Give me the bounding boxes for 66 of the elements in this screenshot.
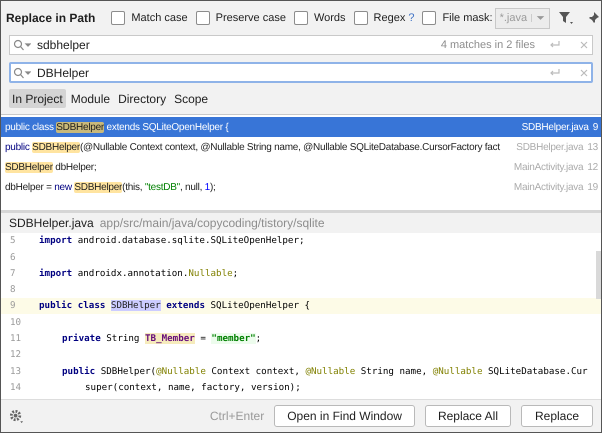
replace-field[interactable]: DBHelper: [9, 62, 593, 83]
result-text: public SDBHelper(@Nullable Context context, @Nullable String name, @Nullable SQLiteDatabase.CursorFactory fact: [5, 140, 502, 154]
result-file: SDBHelper.java: [520, 120, 589, 134]
result-line: 13: [587, 140, 598, 154]
scope-tab[interactable]: Module: [68, 89, 114, 108]
line-number: 6: [9, 250, 17, 264]
result-line: 9: [592, 120, 598, 134]
option-label[interactable]: Regex: [374, 10, 406, 26]
scope-tab[interactable]: In Project: [9, 89, 66, 108]
preview-file-name: SDBHelper.java: [9, 215, 94, 232]
shortcut-hint: Ctrl+Enter: [210, 408, 264, 425]
line-number: 14: [9, 380, 22, 395]
checkbox[interactable]: [196, 11, 210, 25]
checkbox[interactable]: [422, 11, 436, 25]
dialog-title: Replace in Path: [6, 10, 96, 27]
line-number: 7: [9, 266, 17, 281]
option-label[interactable]: Preserve case: [216, 10, 286, 26]
line-number: 9: [9, 299, 17, 314]
newline-icon[interactable]: [549, 68, 561, 78]
dialog-button[interactable]: Replace All: [424, 405, 511, 427]
result-line: 19: [587, 180, 598, 194]
checkbox[interactable]: [111, 11, 126, 25]
result-row[interactable]: dbHelper = new SDBHelper(this, "testDB", null, 1); MainActivity.java 19: [1, 177, 601, 197]
match-count: 4 matches in 2 files: [440, 38, 535, 53]
search-icon[interactable]: [13, 66, 31, 78]
result-text: SDBHelper dbHelper;: [5, 160, 98, 174]
dialog-button[interactable]: Open in Find Window: [274, 405, 415, 427]
scope-tab[interactable]: Scope: [171, 89, 212, 108]
filter-icon[interactable]: [558, 11, 574, 25]
dialog-button[interactable]: Replace: [521, 405, 593, 427]
newline-icon[interactable]: [549, 40, 561, 50]
code-line: super(context, name, factory, version);: [84, 380, 301, 395]
help-link[interactable]: ?: [408, 10, 414, 26]
result-row[interactable]: public class SDBHelper extends SQLiteOpenHelper { SDBHelper.java 9: [1, 117, 601, 137]
line-number: 8: [9, 283, 17, 297]
option-label[interactable]: File mask:: [442, 10, 493, 26]
line-number: 10: [9, 316, 22, 330]
clear-icon[interactable]: [579, 68, 589, 78]
result-text: public class SDBHelper extends SQLiteOpenHelper {: [5, 120, 230, 134]
scope-tab[interactable]: Directory: [115, 89, 170, 108]
line-number: 11: [9, 332, 22, 346]
line-number: 13: [9, 364, 22, 378]
code-line: import android.database.sqlite.SQLiteOpenHelper;: [39, 234, 305, 248]
option-label[interactable]: Words: [314, 10, 346, 26]
scrollbar[interactable]: [596, 251, 601, 299]
line-number: 12: [9, 348, 22, 362]
code-line: import androidx.annotation.Nullable;: [39, 266, 238, 281]
result-line: 12: [587, 160, 598, 174]
result-text: dbHelper = new SDBHelper(this, "testDB", null, 1);: [5, 180, 217, 194]
settings-icon[interactable]: [9, 408, 24, 424]
line-number: 5: [9, 234, 17, 248]
result-file: MainActivity.java: [512, 160, 584, 174]
search-field[interactable]: sdbhelper 4 matches in 2 files: [9, 35, 593, 55]
checkbox[interactable]: [294, 11, 308, 25]
clear-icon[interactable]: [579, 40, 589, 50]
result-row[interactable]: SDBHelper dbHelper; MainActivity.java 12: [1, 157, 601, 177]
option-label[interactable]: Match case: [131, 10, 188, 26]
code-line: private String TB_Member = "member";: [61, 332, 262, 346]
result-row[interactable]: public SDBHelper(@Nullable Context context, @Nullable String name, @Nullable SQLiteDatabase.CursorFactory fact SDBHelper.java 13: [1, 137, 601, 157]
checkbox[interactable]: [354, 11, 368, 25]
result-file: SDBHelper.java: [515, 140, 584, 154]
code-line: public SDBHelper(@Nullable Context context, @Nullable String name, @Nullable SQLiteDatabase.Cur: [61, 364, 588, 378]
preview-path: app/src/main/java/copycoding/tistory/sqlite: [100, 215, 324, 232]
search-icon[interactable]: [13, 39, 31, 51]
code-line: public class SDBHelper extends SQLiteOpenHelper {: [39, 299, 310, 314]
result-file: MainActivity.java: [512, 180, 584, 194]
